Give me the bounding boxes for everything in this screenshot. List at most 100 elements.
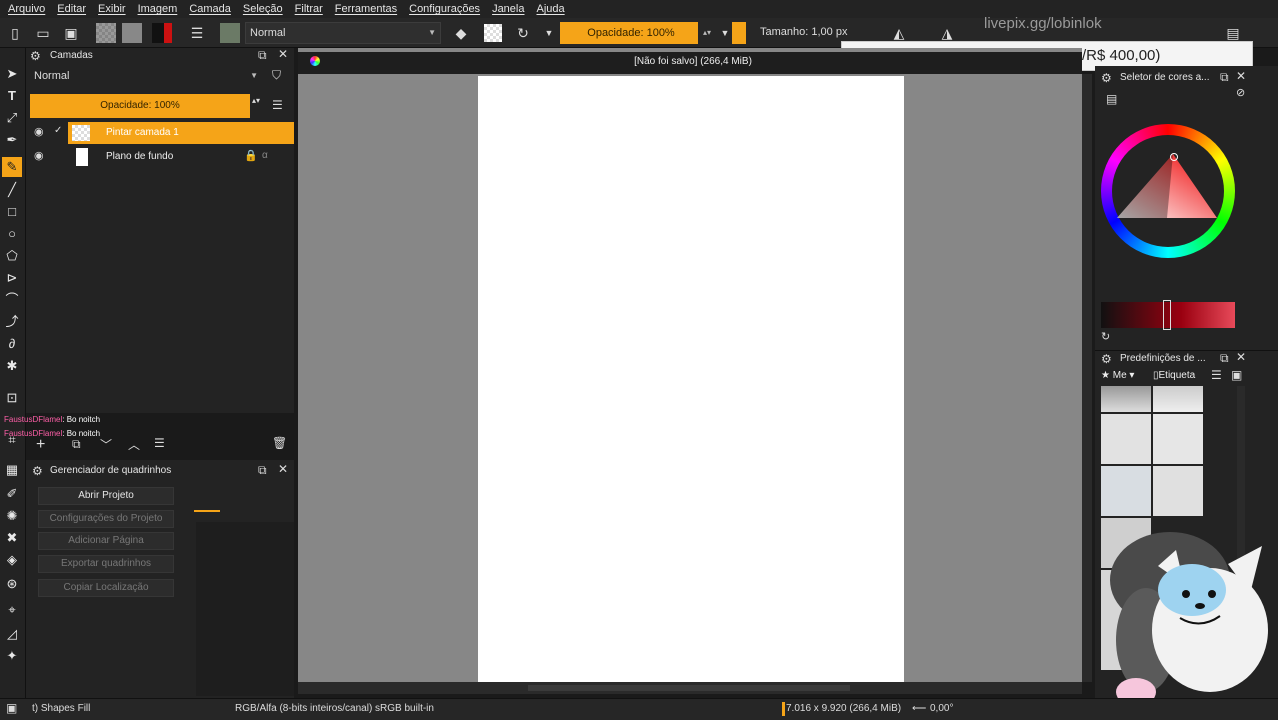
- docker-settings-icon[interactable]: ⚙: [1101, 352, 1112, 366]
- docker-settings-icon[interactable]: ⚙: [30, 49, 41, 63]
- select-shapes-icon[interactable]: ➤: [4, 66, 20, 82]
- add-page-button[interactable]: Adicionar Página: [38, 532, 174, 550]
- toolbar-opacity-slider[interactable]: Opacidade: 100%: [560, 22, 698, 44]
- brush-preset[interactable]: [1153, 386, 1203, 412]
- float-docker-icon[interactable]: ⧉: [258, 48, 267, 63]
- workspace-icon[interactable]: ▤: [1224, 24, 1242, 42]
- smart-patch-icon[interactable]: ✺: [4, 508, 20, 524]
- brush-preset[interactable]: [1101, 386, 1151, 412]
- saturation-triangle[interactable]: [1111, 146, 1227, 226]
- move-down-icon[interactable]: ﹀: [100, 436, 112, 453]
- horizontal-scrollbar[interactable]: [298, 682, 1082, 694]
- export-comics-button[interactable]: Exportar quadrinhos: [38, 555, 174, 573]
- delete-layer-icon[interactable]: 🗑: [272, 436, 287, 450]
- close-icon[interactable]: ✕: [1236, 350, 1246, 364]
- move-up-icon[interactable]: ︿: [128, 436, 140, 453]
- text-tool-icon[interactable]: T: [4, 88, 20, 104]
- canvas-page[interactable]: [478, 76, 904, 682]
- calligraphy-icon[interactable]: ✒: [4, 132, 20, 148]
- preset-filter-dropdown[interactable]: ★ Me ▾: [1101, 370, 1134, 381]
- layer-opacity-slider[interactable]: Opacidade: 100%: [30, 94, 250, 118]
- close-icon[interactable]: ✕: [278, 47, 288, 61]
- duplicate-layer-icon[interactable]: ⧉: [72, 437, 81, 452]
- no-color-icon[interactable]: ⊘: [1236, 86, 1245, 99]
- pin-tool-icon[interactable]: ✦: [4, 648, 20, 664]
- menu-editar[interactable]: Editar: [57, 3, 86, 15]
- color-settings-icon[interactable]: ▤: [1106, 92, 1117, 106]
- freehand-brush-icon[interactable]: ✎: [2, 157, 22, 177]
- layer-properties-icon[interactable]: ☰: [154, 436, 165, 450]
- alpha-icon[interactable]: α: [262, 150, 268, 161]
- color-picker-icon[interactable]: ✐: [4, 486, 20, 502]
- transform-tool-icon[interactable]: ⊡: [4, 390, 20, 406]
- menu-filtrar[interactable]: Filtrar: [295, 3, 323, 15]
- gradient-swatch[interactable]: [96, 23, 116, 43]
- add-layer-icon[interactable]: +: [36, 436, 45, 454]
- brush-preset[interactable]: [1153, 414, 1203, 464]
- float-docker-icon[interactable]: ⧉: [258, 463, 267, 478]
- tag-dropdown[interactable]: ▯Etiqueta: [1153, 370, 1195, 381]
- menu-configuracoes[interactable]: Configurações: [409, 3, 480, 15]
- filter-icon[interactable]: ⛉: [272, 68, 281, 83]
- pattern-swatch[interactable]: [122, 23, 142, 43]
- reload-icon[interactable]: ↻: [514, 24, 532, 42]
- pages-list[interactable]: [196, 522, 294, 696]
- menu-ajuda[interactable]: Ajuda: [536, 3, 564, 15]
- view-menu-icon[interactable]: ☰: [1211, 368, 1222, 382]
- new-document-icon[interactable]: ▯: [6, 24, 24, 42]
- menu-arquivo[interactable]: Arquivo: [8, 3, 45, 15]
- save-icon[interactable]: ▣: [62, 24, 80, 42]
- vertical-scrollbar[interactable]: [1082, 74, 1092, 682]
- bezier-tool-icon[interactable]: ⌒: [4, 292, 20, 308]
- visibility-eye-icon[interactable]: ◉: [34, 125, 44, 138]
- zoom-slider[interactable]: [194, 510, 220, 512]
- enclose-fill-icon[interactable]: ⊛: [4, 576, 20, 592]
- assistant-tool-icon[interactable]: ✖: [4, 530, 20, 546]
- copy-location-button[interactable]: Copiar Localização: [38, 579, 174, 597]
- line-tool-icon[interactable]: ╱: [4, 182, 20, 198]
- float-docker-icon[interactable]: ⧉: [1220, 351, 1229, 366]
- slider-handle[interactable]: [1163, 300, 1171, 330]
- gradient-tool-icon[interactable]: ▦: [4, 462, 20, 478]
- layer-blend-mode-dropdown[interactable]: Normal ▼: [30, 68, 262, 86]
- brush-preset-icon[interactable]: [220, 23, 240, 43]
- mirror-vertical-icon[interactable]: ◮: [938, 24, 956, 42]
- freehand-path-icon[interactable]: ⤴: [4, 314, 20, 330]
- layer-menu-icon[interactable]: ☰: [272, 98, 283, 112]
- dynamic-brush-icon[interactable]: ∂: [4, 336, 20, 352]
- layer-row[interactable]: ◉ Plano de fundo 🔒 α: [26, 146, 294, 168]
- docker-settings-icon[interactable]: ⚙: [1101, 71, 1112, 85]
- brush-preset[interactable]: [1153, 466, 1203, 516]
- close-icon[interactable]: ✕: [1236, 69, 1246, 83]
- color-handle[interactable]: [1170, 153, 1178, 161]
- eraser-icon[interactable]: ◆: [452, 24, 470, 42]
- checkmark-icon[interactable]: ✓: [54, 125, 62, 136]
- polygon-tool-icon[interactable]: ⬠: [4, 248, 20, 264]
- brush-preset[interactable]: [1101, 466, 1151, 516]
- menu-camada[interactable]: Camada: [189, 3, 231, 15]
- visibility-eye-icon[interactable]: ◉: [34, 149, 44, 162]
- menu-exibir[interactable]: Exibir: [98, 3, 126, 15]
- spin-arrows-icon[interactable]: ▴▾: [252, 96, 260, 105]
- lock-icon[interactable]: 🔒: [244, 149, 258, 162]
- open-folder-icon[interactable]: ▭: [34, 24, 52, 42]
- fg-bg-color-swatch[interactable]: [152, 23, 172, 43]
- scrollbar-thumb[interactable]: [528, 685, 850, 691]
- polyline-tool-icon[interactable]: ⊳: [4, 270, 20, 286]
- storage-icon[interactable]: ▣: [1231, 368, 1242, 382]
- edit-shapes-icon[interactable]: ⤢: [4, 110, 20, 126]
- measure-tool-icon[interactable]: ⌖: [4, 602, 20, 618]
- menu-selecao[interactable]: Seleção: [243, 3, 283, 15]
- chevron-down-icon[interactable]: ▼: [540, 24, 558, 42]
- flow-slider[interactable]: [732, 22, 746, 44]
- refresh-icon[interactable]: ↻: [1101, 330, 1110, 343]
- brush-preset[interactable]: [1101, 414, 1151, 464]
- ellipse-tool-icon[interactable]: ○: [4, 226, 20, 242]
- close-icon[interactable]: ✕: [278, 462, 288, 476]
- open-project-button[interactable]: Abrir Projeto: [38, 487, 174, 505]
- menu-imagem[interactable]: Imagem: [138, 3, 178, 15]
- menu-janela[interactable]: Janela: [492, 3, 524, 15]
- mirror-horizontal-icon[interactable]: ◭: [890, 24, 908, 42]
- spin-arrows-icon[interactable]: ▴▾: [698, 24, 716, 42]
- project-settings-button[interactable]: Configurações do Projeto: [38, 510, 174, 528]
